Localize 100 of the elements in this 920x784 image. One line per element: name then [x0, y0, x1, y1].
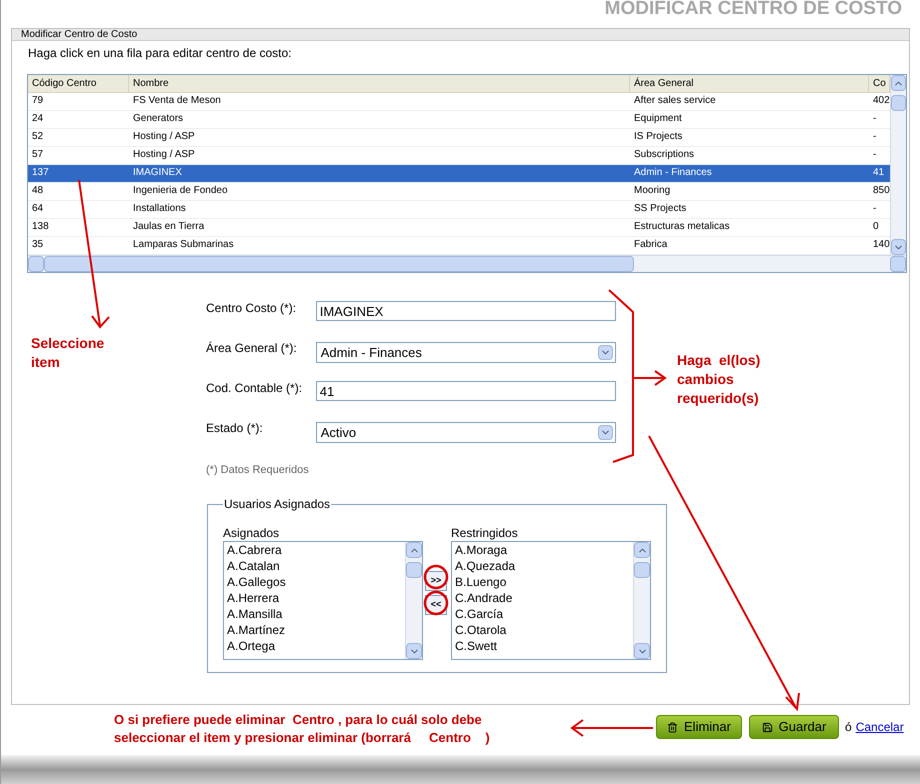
table-cell-text: Estructuras metalicas: [633, 220, 731, 234]
scrollbar[interactable]: [633, 542, 650, 659]
instruction-text: Haga click en una fila para editar centro de costo:: [28, 45, 292, 61]
table-cell-text: Admin - Finances: [633, 166, 713, 180]
table-cell-text: Generators: [132, 112, 184, 126]
table-cell-text: 64: [31, 202, 44, 216]
table-cell-text: After sales service: [633, 94, 717, 108]
table-row[interactable]: 64 Installations SS Projects -: [28, 201, 890, 219]
table-row[interactable]: 79 FS Venta de Meson After sales service 402: [28, 93, 890, 111]
table-cell-text: -: [872, 148, 878, 162]
highlight-circle: [424, 564, 448, 590]
table-row[interactable]: 52 Hosting / ASP IS Projects -: [28, 129, 890, 147]
list-item[interactable]: A.Ortega: [227, 638, 405, 654]
table-cell-text: 0: [872, 220, 880, 234]
scrollbar-thumb[interactable]: [891, 95, 906, 111]
table-cell-text: SS Projects: [633, 202, 688, 216]
list-item[interactable]: A.Martínez: [227, 622, 405, 638]
table-cell-text: IS Projects: [633, 130, 684, 144]
highlight-circle: [424, 590, 448, 616]
table-cell-text: -: [872, 112, 878, 126]
cancel-link[interactable]: Cancelar: [856, 718, 904, 736]
required-note: (*) Datos Requeridos: [206, 463, 310, 477]
list-item[interactable]: A.Quezada: [455, 558, 633, 574]
table-row[interactable]: 57 Hosting / ASP Subscriptions -: [28, 147, 890, 165]
scrollbar-thumb[interactable]: [406, 562, 422, 578]
save-button[interactable]: Guardar: [749, 715, 839, 739]
list-label: Asignados: [223, 525, 280, 541]
list-item[interactable]: C.Andrade: [455, 590, 633, 606]
table-cell-text: Mooring: [633, 184, 672, 198]
table-cell-text: 140: [872, 238, 890, 252]
table-cell-text: Fabrica: [633, 238, 668, 252]
table-row[interactable]: 138 Jaulas en Tierra Estructuras metalicas 0: [28, 219, 890, 237]
table-cell-text: 52: [31, 130, 44, 144]
table-cell-text: 35: [31, 238, 44, 252]
table-cell-text: 41: [872, 166, 886, 180]
table-cell-text: 57: [31, 148, 44, 162]
table-cell-text: 79: [31, 94, 44, 108]
table-cell-text: 137: [31, 166, 50, 180]
table-cell-text: Installations: [132, 202, 187, 216]
table-cell-text: FS Venta de Meson: [132, 94, 222, 108]
column-header[interactable]: Área General: [630, 75, 869, 92]
scrollbar[interactable]: [28, 255, 906, 272]
list-box[interactable]: A.Moraga A.Quezada B.Luengo C.Andrade C.García C.Otarola C.Swett: [451, 541, 651, 660]
annotation-text: Seleccione item: [31, 334, 106, 372]
table-cell-text: -: [872, 202, 878, 216]
list-item[interactable]: A.Catalan: [227, 558, 405, 574]
list-item[interactable]: C.Swett: [455, 638, 633, 654]
table-row[interactable]: 48 Ingenieria de Fondeo Mooring 850: [28, 183, 890, 201]
list-item[interactable]: A.Mansilla: [227, 606, 405, 622]
list-item[interactable]: A.Gallegos: [227, 574, 405, 590]
or-text: ó: [845, 719, 852, 736]
table-cell-text: 850: [872, 184, 890, 198]
trash-icon: [667, 722, 678, 732]
table-cell-text: 24: [31, 112, 44, 126]
input-field[interactable]: IMAGINEX: [316, 301, 616, 321]
table-row[interactable]: 24 Generators Equipment -: [28, 111, 890, 129]
table-cell-text: Ingenieria de Fondeo: [132, 184, 229, 198]
scrollbar-thumb[interactable]: [44, 256, 634, 272]
table-cell-text: 138: [31, 220, 50, 234]
table-cell-text: IMAGINEX: [132, 166, 183, 180]
page-title: MODIFICAR CENTRO DE COSTO: [604, 0, 902, 21]
table-row[interactable]: 35 Lamparas Submarinas Fabrica 140: [28, 237, 890, 255]
dropdown[interactable]: Admin - Finances: [316, 342, 616, 363]
field-label: Área General (*):: [206, 341, 298, 355]
list-box[interactable]: A.Cabrera A.Catalan A.Gallegos A.Herrera A.Mansilla A.Martínez A.Ortega: [223, 541, 423, 660]
fieldset-legend: Usuarios Asignados: [223, 495, 332, 513]
scroll-left-button[interactable]: [28, 256, 44, 272]
list-item[interactable]: B.Luengo: [455, 574, 633, 590]
table-cell-text: Hosting / ASP: [132, 148, 196, 162]
list-item[interactable]: A.Cabrera: [227, 542, 405, 558]
scrollbar[interactable]: [890, 75, 906, 255]
annotation-arrow: [634, 370, 667, 386]
input-field[interactable]: 41: [316, 381, 616, 401]
dropdown[interactable]: Activo: [316, 422, 616, 443]
table-cell-text: Lamparas Submarinas: [132, 238, 235, 252]
table-cell-text: Jaulas en Tierra: [132, 220, 206, 234]
table-cell-text: -: [872, 130, 878, 144]
table-row[interactable]: 137 IMAGINEX Admin - Finances 41: [28, 165, 890, 183]
list-item[interactable]: A.Herrera: [227, 590, 405, 606]
scrollbar[interactable]: [405, 542, 422, 659]
list-item[interactable]: C.Otarola: [455, 622, 633, 638]
list-item[interactable]: C.García: [455, 606, 633, 622]
field-label: Centro Costo (*):: [206, 301, 298, 315]
scroll-right-button[interactable]: [890, 256, 906, 272]
save-icon: [762, 722, 773, 732]
column-header[interactable]: Nombre: [129, 75, 630, 92]
panel-title: Modificar Centro de Costo: [21, 29, 138, 40]
table-cell-text: Subscriptions: [633, 148, 696, 162]
list-item[interactable]: A.Moraga: [455, 542, 633, 558]
delete-note: O si prefiere puede eliminar Centro , para lo cuál solo debe seleccionar el item y presionar eliminar (borrará Centro ): [114, 711, 491, 747]
annotation-text: Haga el(los) cambios requerido(s): [677, 351, 762, 408]
scrollbar-thumb[interactable]: [634, 562, 650, 578]
field-label: Estado (*):: [206, 421, 264, 435]
table-cell-text: Hosting / ASP: [132, 130, 196, 144]
table-cell-text: 402: [872, 94, 890, 108]
list-label: Restringidos: [451, 525, 519, 541]
table-cell-text: 48: [31, 184, 44, 198]
delete-button[interactable]: Eliminar: [656, 715, 742, 739]
table-cell-text: Equipment: [633, 112, 683, 126]
column-header[interactable]: Código Centro: [28, 75, 129, 92]
